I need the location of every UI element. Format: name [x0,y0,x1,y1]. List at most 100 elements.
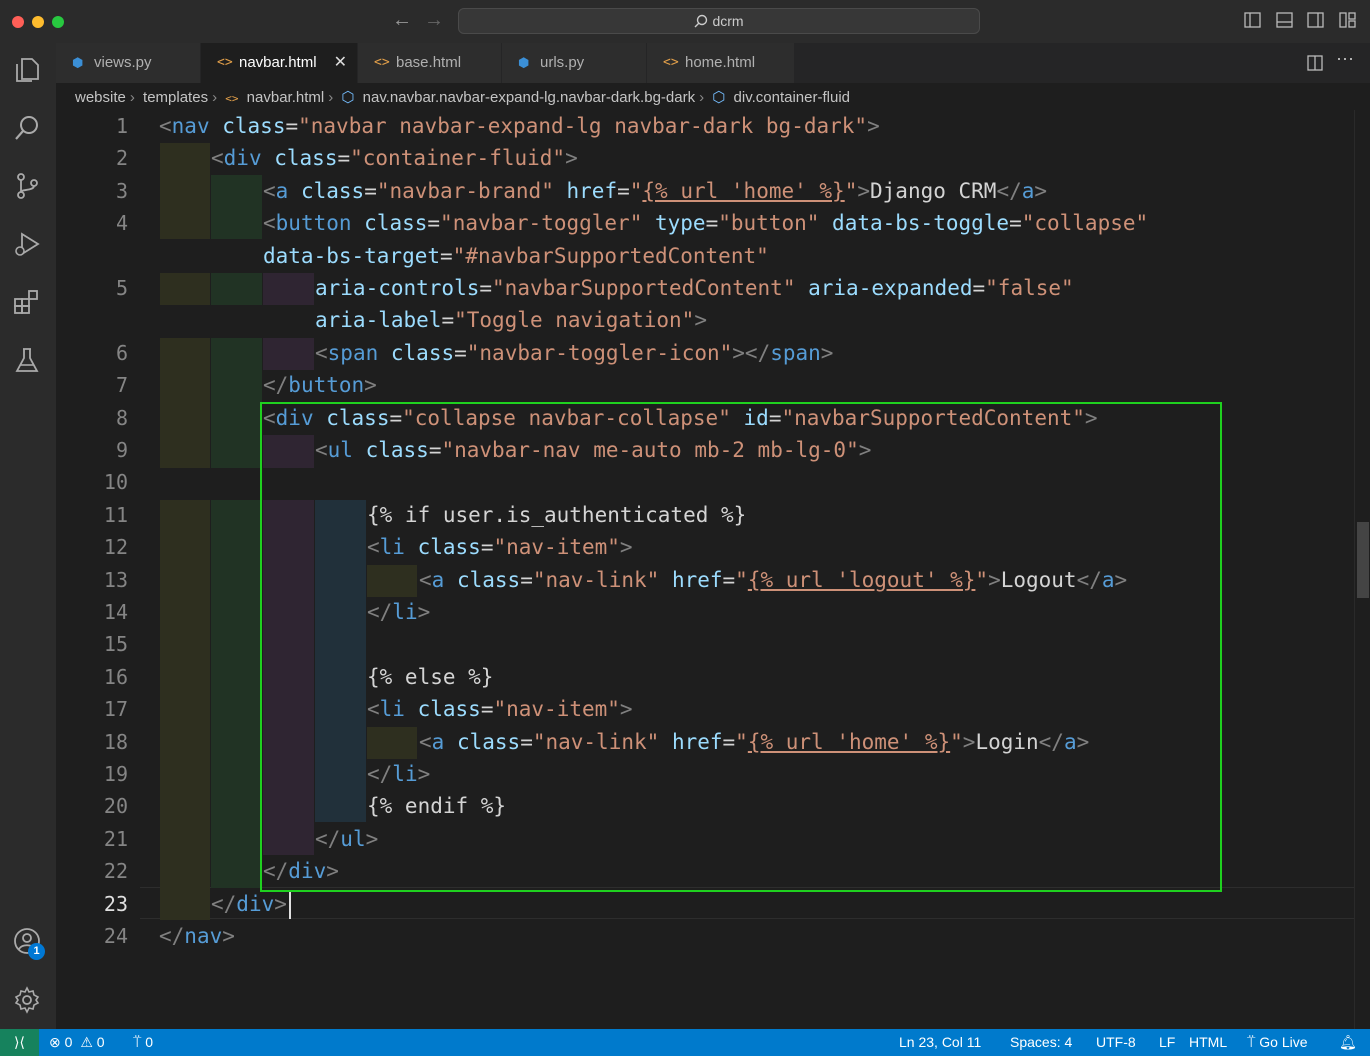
line-number: 9 [115,438,128,462]
chevron-right-icon: › [699,89,705,106]
error-count: 0 [64,1034,73,1050]
problems-indicator[interactable]: ⊗ 0 ⚠ 0 [49,1029,105,1056]
maximize-window-button[interactable] [52,16,64,28]
tab-label: navbar.html [239,54,317,71]
activity-bar: 1 [0,43,56,1029]
warning-count: 0 [96,1034,105,1050]
testing-icon[interactable] [12,345,42,375]
code-line-24: </nav> [159,924,235,948]
encoding-setting[interactable]: UTF-8 [1096,1029,1136,1056]
tab-home-html[interactable]: <> home.html [647,43,795,83]
line-number-current: 23 [103,892,128,916]
tab-views-py[interactable]: ⬢ views.py [56,43,201,83]
code-line-2: <div class="container-fluid"> [211,146,578,170]
tab-label: base.html [396,54,462,71]
code-line-4-wrap: data-bs-target="#navbarSupportedContent" [263,244,769,268]
line-number: 13 [103,568,128,592]
eol-setting[interactable]: LF [1159,1029,1175,1056]
text-cursor [289,891,291,919]
remote-indicator-icon[interactable]: ⟩⟨ [0,1029,39,1056]
code-line-3: <a class="navbar-brand" href="{% url 'ho… [263,179,1048,203]
tab-urls-py[interactable]: ⬢ urls.py [502,43,647,83]
breadcrumb-item[interactable]: navbar.html [247,89,325,106]
line-number: 22 [103,859,128,883]
symbol-element-icon: ⬡ [341,89,355,106]
close-window-button[interactable] [12,16,24,28]
code-line-4: <button class="navbar-toggler" type="but… [263,211,1149,235]
source-control-icon[interactable] [12,171,42,201]
close-icon[interactable]: ✕ [334,43,347,83]
files-icon[interactable] [12,55,42,85]
chevron-right-icon: › [212,89,218,106]
line-number: 20 [103,794,128,818]
line-number: 24 [103,924,128,948]
run-debug-icon[interactable] [12,229,42,259]
error-icon: ⊗ [49,1034,61,1050]
scrollbar-thumb[interactable] [1357,522,1369,598]
toggle-secondary-sidebar-icon[interactable] [1307,12,1324,28]
code-line-5-wrap: aria-label="Toggle navigation"> [315,308,707,332]
line-number: 16 [103,665,128,689]
breadcrumb-item[interactable]: templates [143,89,208,106]
toggle-primary-sidebar-icon[interactable] [1244,12,1261,28]
line-number: 19 [103,762,128,786]
accounts-badge: 1 [28,943,45,960]
breadcrumb-item[interactable]: website [75,89,126,106]
broadcast-icon: ⍡ [133,1034,142,1050]
breadcrumb-item[interactable]: div.container-fluid [734,89,850,106]
breadcrumb-item[interactable]: nav.navbar.navbar-expand-lg.navbar-dark.… [363,89,695,106]
code-line-23: </div> [211,892,287,916]
symbol-element-icon: ⬡ [712,89,726,106]
code-line-6: <span class="navbar-toggler-icon"></span… [315,341,834,365]
minimize-window-button[interactable] [32,16,44,28]
breadcrumb: website › templates › <> navbar.html › ⬡ na… [75,88,854,110]
ports-count: 0 [145,1034,154,1050]
line-number: 11 [103,503,128,527]
line-number: 5 [115,276,128,300]
toggle-panel-icon[interactable] [1276,12,1293,28]
warning-icon: ⚠ [80,1034,93,1050]
line-number: 10 [103,470,128,494]
notifications-bell-icon[interactable]: 🔔︎ [1339,1029,1357,1056]
command-center-label: dcrm [712,13,744,29]
code-line-1: <nav class="navbar navbar-expand-lg navb… [159,114,880,138]
ports-indicator[interactable]: ⍡ 0 [133,1029,153,1056]
editor-tabs: ⬢ views.py <> navbar.html ✕ <> base.html… [56,43,1370,83]
chevron-right-icon: › [328,89,334,106]
customize-layout-icon[interactable] [1339,12,1356,28]
language-mode[interactable]: HTML [1189,1029,1227,1056]
settings-gear-icon[interactable] [12,985,42,1015]
line-number: 17 [103,697,128,721]
annotation-highlight-box [260,402,1222,892]
code-line-5: aria-controls="navbarSupportedContent" a… [315,276,1074,300]
line-number: 12 [103,535,128,559]
line-number: 7 [115,373,128,397]
tab-navbar-html[interactable]: <> navbar.html ✕ [201,43,358,83]
split-editor-icon[interactable] [1307,55,1323,71]
cursor-position[interactable]: Ln 23, Col 11 [899,1029,981,1056]
indentation-setting[interactable]: Spaces: 4 [1010,1029,1072,1056]
vertical-scrollbar[interactable] [1354,110,1370,1029]
status-bar: ⟩⟨ ⊗ 0 ⚠ 0 ⍡ 0 Ln 23, Col 11 Spaces: 4 U… [0,1029,1370,1056]
line-number: 4 [115,211,128,235]
go-live-button[interactable]: ⍡ Go Live [1247,1029,1308,1056]
code-line-7: </button> [263,373,377,397]
line-number: 6 [115,341,128,365]
broadcast-icon: ⍡ [1247,1034,1256,1050]
line-number: 21 [103,827,128,851]
title-bar: ← → dcrm [0,0,1370,44]
more-actions-icon[interactable]: ⋯ [1336,49,1354,70]
python-file-icon: ⬢ [72,55,84,70]
line-number: 1 [115,114,128,138]
command-center-search[interactable]: dcrm [458,8,980,34]
extensions-icon[interactable] [12,287,42,317]
tab-label: views.py [94,54,152,71]
arrow-left-icon[interactable]: ← [392,9,412,32]
arrow-right-icon[interactable]: → [424,9,444,32]
search-icon [694,14,708,28]
search-icon[interactable] [12,113,42,143]
line-number: 2 [115,146,128,170]
html-file-icon: <> [217,55,233,70]
go-live-label: Go Live [1259,1034,1308,1050]
tab-base-html[interactable]: <> base.html [358,43,502,83]
